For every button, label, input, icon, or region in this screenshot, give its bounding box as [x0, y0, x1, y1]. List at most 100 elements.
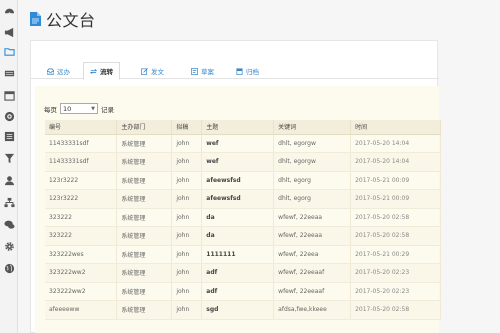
column-header[interactable]: 主办部门	[116, 120, 173, 135]
cell-time: 2017-05-20 02:58	[350, 300, 441, 320]
cell-author: john	[171, 245, 203, 264]
cell-subject: wef	[201, 134, 275, 153]
cell-subject: adf	[201, 263, 275, 283]
keyboard-icon[interactable]	[3, 67, 15, 79]
chevron-down-icon: ▼	[91, 105, 95, 112]
cell-time: 2017-05-21 00:09	[350, 189, 441, 209]
page-size-prefix: 每页	[44, 105, 57, 114]
cell-id: 11433331sdf	[45, 134, 118, 153]
tab-pending[interactable]: 远办	[47, 63, 70, 79]
user-icon[interactable]	[3, 174, 15, 186]
cell-subject: da	[201, 226, 275, 246]
main-panel: 远办 流转 发文 草案 归档 每页 10 ▼ 记录 编号 主办部门 拟稿 主题 …	[30, 40, 441, 333]
tab-transfer[interactable]: 流转	[83, 62, 120, 80]
list-icon[interactable]	[3, 130, 15, 142]
cell-author: john	[171, 208, 203, 227]
gear-icon[interactable]	[3, 240, 15, 252]
page-size-select[interactable]: 10 ▼	[60, 103, 98, 114]
cell-time: 2017-05-21 00:09	[350, 171, 441, 190]
table-row[interactable]: 11433331sdf 系统管理 john wef dhlt, egorgw 2017-0…	[45, 134, 441, 153]
cell-time: 2017-05-20 02:23	[350, 263, 441, 283]
table-row[interactable]: 323222wes 系统管理 john 1111111 wfewf, 22eea 2017…	[45, 245, 441, 264]
cell-id: 323222ww2	[45, 282, 118, 301]
cell-subject: afeewsfsd	[201, 171, 275, 190]
cell-time: 2017-05-21 00:29	[350, 245, 441, 264]
tab-label: 流转	[100, 68, 113, 76]
cell-subject: 1111111	[201, 245, 275, 264]
cell-keywords: dhlt, egorgw	[273, 134, 352, 153]
column-header[interactable]: 主题	[201, 120, 275, 135]
cell-id: 11433331sdf	[45, 152, 118, 172]
table-row[interactable]: 11433331sdf 系统管理 john wef dhlt, egorgw 2017-0…	[45, 152, 441, 172]
cell-author: john	[171, 134, 203, 153]
inbox-icon	[47, 67, 54, 75]
cell-department: 系统管理	[116, 208, 173, 227]
cell-department: 系统管理	[116, 300, 173, 320]
cell-id: 123r3222	[45, 171, 118, 190]
globe-icon[interactable]	[3, 262, 15, 274]
target-icon[interactable]	[3, 110, 15, 122]
page-size-control: 每页 10 ▼ 记录	[44, 103, 114, 114]
cell-id: 323222	[45, 208, 118, 227]
cell-keywords: dhlt, egorg	[273, 171, 352, 190]
page-header: 公文台	[30, 8, 96, 30]
table-row[interactable]: afeeeeww 系统管理 john sgd afdsa,fwe,kkeee 2017-0…	[45, 300, 441, 320]
cell-keywords: dhlt, egorg	[273, 189, 352, 209]
cell-department: 系统管理	[116, 152, 173, 172]
cell-subject: afeewsfsd	[201, 189, 275, 209]
table-row[interactable]: 123r3222 系统管理 john afeewsfsd dhlt, egorg 2017…	[45, 189, 441, 209]
megaphone-icon[interactable]	[3, 26, 15, 38]
cell-time: 2017-05-20 14:04	[350, 134, 441, 153]
cell-keywords: wfewf, 22eeaaf	[273, 282, 352, 301]
cell-author: john	[171, 300, 203, 320]
cell-department: 系统管理	[116, 134, 173, 153]
cell-keywords: wfewf, 22eeaa	[273, 208, 352, 227]
cell-author: john	[171, 226, 203, 246]
cell-keywords: wfewf, 22eeaaf	[273, 263, 352, 283]
cell-keywords: dhlt, egorgw	[273, 152, 352, 172]
table-row[interactable]: 123r3222 系统管理 john afeewsfsd dhlt, egorg 2017…	[45, 171, 441, 190]
sitemap-icon[interactable]	[3, 196, 15, 208]
column-header[interactable]: 关键词	[273, 120, 352, 135]
cell-time: 2017-05-20 02:23	[350, 282, 441, 301]
table-row[interactable]: 323222 系统管理 john da wfewf, 22eeaa 2017-05-20 …	[45, 226, 441, 246]
tab-label: 归档	[246, 68, 259, 76]
cell-subject: wef	[201, 152, 275, 172]
column-header[interactable]: 编号	[45, 120, 118, 135]
cell-id: 123r3222	[45, 189, 118, 209]
tab-label: 发文	[151, 68, 164, 76]
dashboard-icon[interactable]	[3, 4, 15, 16]
cell-author: john	[171, 171, 203, 190]
edit-icon	[141, 67, 148, 75]
cell-author: john	[171, 152, 203, 172]
cell-time: 2017-05-20 02:58	[350, 226, 441, 246]
column-header[interactable]: 拟稿	[171, 120, 203, 135]
cell-keywords: wfewf, 22eeaa	[273, 226, 352, 246]
filter-icon[interactable]	[3, 152, 15, 164]
sidebar	[0, 0, 18, 333]
cell-keywords: wfewf, 22eea	[273, 245, 352, 264]
page-title: 公文台	[46, 11, 96, 30]
cell-department: 系统管理	[116, 245, 173, 264]
table-row[interactable]: 323222ww2 系统管理 john adf wfewf, 22eeaaf 2017-0…	[45, 282, 441, 301]
tab-draft[interactable]: 草案	[191, 63, 214, 79]
cell-author: john	[171, 263, 203, 283]
page-size-value: 10	[63, 104, 72, 113]
tab-archive[interactable]: 归档	[236, 63, 259, 79]
tab-label: 远办	[57, 68, 70, 76]
chat-icon[interactable]	[3, 218, 15, 230]
table-row[interactable]: 323222ww2 系统管理 john adf wfewf, 22eeaaf 2017-0…	[45, 263, 441, 283]
cell-time: 2017-05-20 14:04	[350, 152, 441, 172]
content-area: 每页 10 ▼ 记录 编号 主办部门 拟稿 主题 关键词 时间 11433331…	[35, 86, 441, 333]
cell-keywords: afdsa,fwe,kkeee	[273, 300, 352, 320]
cell-id: 323222ww2	[45, 263, 118, 283]
draft-icon	[191, 67, 198, 75]
cell-department: 系统管理	[116, 189, 173, 209]
table-header-row: 编号 主办部门 拟稿 主题 关键词 时间	[45, 120, 441, 135]
calendar-icon[interactable]	[3, 89, 15, 101]
cell-id: 323222	[45, 226, 118, 246]
tab-publish[interactable]: 发文	[141, 63, 164, 79]
table-row[interactable]: 323222 系统管理 john da wfewf, 22eeaa 2017-05-20 …	[45, 208, 441, 227]
folder-icon[interactable]	[3, 45, 15, 57]
column-header[interactable]: 时间	[350, 120, 441, 135]
